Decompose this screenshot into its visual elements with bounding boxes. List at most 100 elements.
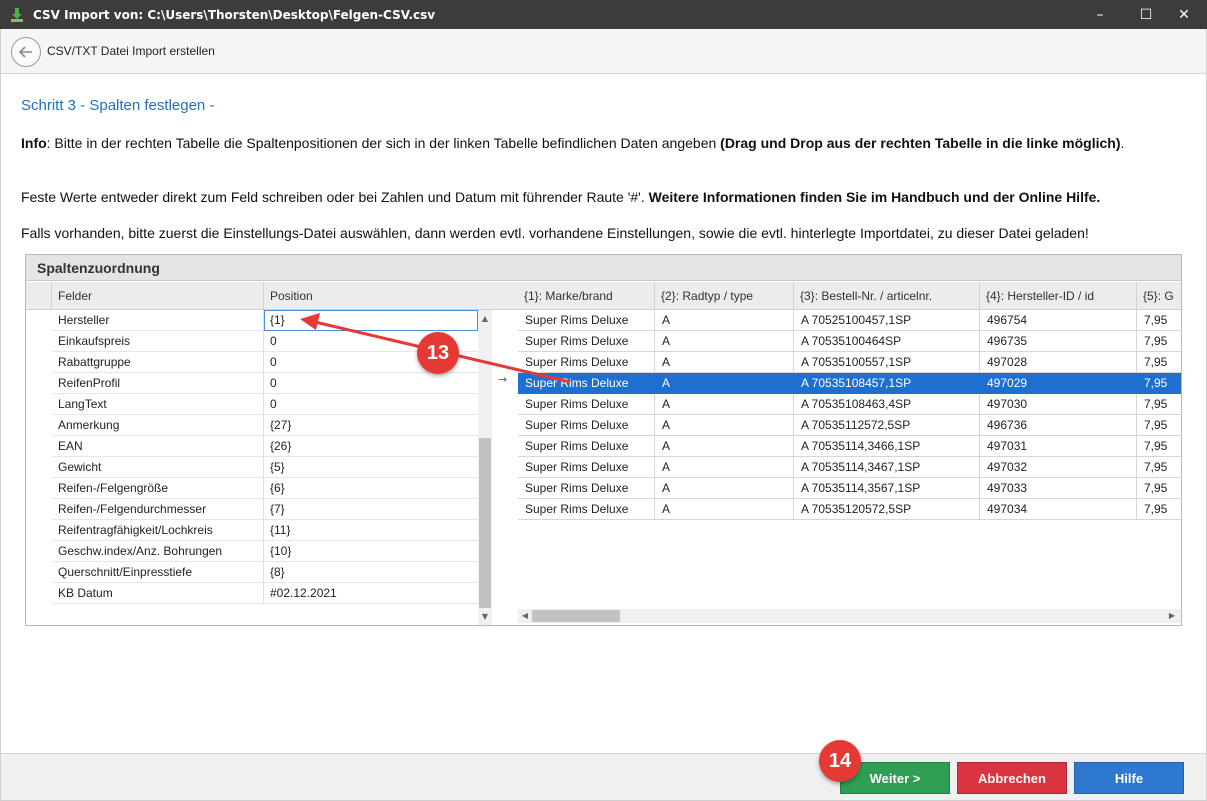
position-cell[interactable]: 0 xyxy=(264,373,478,394)
table-cell[interactable]: A xyxy=(655,415,794,436)
table-cell[interactable]: Super Rims Deluxe xyxy=(518,310,655,331)
table-cell[interactable]: 7,95 xyxy=(1137,331,1181,352)
table-cell[interactable]: 497030 xyxy=(980,394,1137,415)
table-row[interactable]: Super Rims Deluxe A A 70535108457,1SP 49702… xyxy=(518,373,1181,394)
field-name-cell[interactable]: Reifen-/Felgengröße xyxy=(52,478,264,499)
table-cell[interactable]: A xyxy=(655,457,794,478)
table-cell[interactable]: Super Rims Deluxe xyxy=(518,331,655,352)
table-row[interactable]: Reifen-/Felgendurchmesser {7} xyxy=(26,499,478,520)
field-name-cell[interactable]: Hersteller xyxy=(52,310,264,331)
back-button[interactable] xyxy=(11,37,41,67)
table-cell[interactable]: Super Rims Deluxe xyxy=(518,373,655,394)
position-cell[interactable]: {5} xyxy=(264,457,478,478)
table-row[interactable]: Super Rims Deluxe A A 70535100464SP 496735 7… xyxy=(518,331,1181,352)
table-cell[interactable]: Super Rims Deluxe xyxy=(518,352,655,373)
table-cell[interactable]: 7,95 xyxy=(1137,310,1181,331)
table-cell[interactable]: 7,95 xyxy=(1137,457,1181,478)
position-cell[interactable]: {11} xyxy=(264,520,478,541)
table-cell[interactable]: A xyxy=(655,352,794,373)
scrollbar-thumb[interactable] xyxy=(479,438,491,608)
field-name-cell[interactable]: Geschw.index/Anz. Bohrungen xyxy=(52,541,264,562)
table-row[interactable]: Geschw.index/Anz. Bohrungen {10} xyxy=(26,541,478,562)
table-cell[interactable]: A 70535114,3466,1SP xyxy=(794,436,980,457)
table-cell[interactable]: 7,95 xyxy=(1137,394,1181,415)
table-row[interactable]: Super Rims Deluxe A A 70535114,3466,1SP 497… xyxy=(518,436,1181,457)
table-cell[interactable]: 497029 xyxy=(980,373,1137,394)
table-cell[interactable]: 497032 xyxy=(980,457,1137,478)
table-cell[interactable]: Super Rims Deluxe xyxy=(518,478,655,499)
table-row[interactable]: Reifen-/Felgengröße {6} xyxy=(26,478,478,499)
field-name-cell[interactable]: ReifenProfil xyxy=(52,373,264,394)
table-row[interactable]: Gewicht {5} xyxy=(26,457,478,478)
field-name-cell[interactable]: Gewicht xyxy=(52,457,264,478)
table-cell[interactable]: A xyxy=(655,394,794,415)
table-cell[interactable]: Super Rims Deluxe xyxy=(518,499,655,520)
cancel-button[interactable]: Abbrechen xyxy=(957,762,1067,794)
table-cell[interactable]: 7,95 xyxy=(1137,373,1181,394)
table-cell[interactable]: A 70535100464SP xyxy=(794,331,980,352)
field-name-cell[interactable]: Querschnitt/Einpresstiefe xyxy=(52,562,264,583)
table-cell[interactable]: Super Rims Deluxe xyxy=(518,457,655,478)
field-name-cell[interactable]: Anmerkung xyxy=(52,415,264,436)
position-cell[interactable]: #02.12.2021 xyxy=(264,583,478,604)
scroll-left-icon[interactable]: ◀ xyxy=(518,609,532,623)
column-header-1[interactable]: {1}: Marke/brand xyxy=(518,282,655,310)
table-row[interactable]: EAN {26} xyxy=(26,436,478,457)
table-cell[interactable]: 7,95 xyxy=(1137,436,1181,457)
table-cell[interactable]: 7,95 xyxy=(1137,478,1181,499)
field-name-cell[interactable]: Reifen-/Felgendurchmesser xyxy=(52,499,264,520)
table-row[interactable]: Super Rims Deluxe A A 70525100457,1SP 49675… xyxy=(518,310,1181,331)
close-button[interactable]: ✕ xyxy=(1161,0,1207,29)
table-cell[interactable]: A xyxy=(655,436,794,457)
column-header-4[interactable]: {4}: Hersteller-ID / id xyxy=(980,282,1137,310)
table-row[interactable]: Hersteller {1} xyxy=(26,310,478,331)
field-name-cell[interactable]: Einkaufspreis xyxy=(52,331,264,352)
table-cell[interactable]: 497033 xyxy=(980,478,1137,499)
table-row[interactable]: Super Rims Deluxe A A 70535114,3467,1SP 497… xyxy=(518,457,1181,478)
position-cell[interactable]: {10} xyxy=(264,541,478,562)
table-cell[interactable]: A xyxy=(655,331,794,352)
table-row[interactable]: LangText 0 xyxy=(26,394,478,415)
table-cell[interactable]: Super Rims Deluxe xyxy=(518,415,655,436)
position-cell[interactable]: {26} xyxy=(264,436,478,457)
table-cell[interactable]: A 70535112572,5SP xyxy=(794,415,980,436)
position-cell[interactable]: {1} xyxy=(264,310,478,331)
table-cell[interactable]: A xyxy=(655,373,794,394)
table-cell[interactable]: 7,95 xyxy=(1137,352,1181,373)
table-row[interactable]: Rabattgruppe 0 xyxy=(26,352,478,373)
table-row[interactable]: Super Rims Deluxe A A 70535108463,4SP 49703… xyxy=(518,394,1181,415)
table-row[interactable]: Super Rims Deluxe A A 70535100557,1SP 49702… xyxy=(518,352,1181,373)
field-name-cell[interactable]: KB Datum xyxy=(52,583,264,604)
position-cell[interactable]: {7} xyxy=(264,499,478,520)
column-header-felder[interactable]: Felder xyxy=(52,282,264,310)
field-name-cell[interactable]: Rabattgruppe xyxy=(52,352,264,373)
table-cell[interactable]: 496754 xyxy=(980,310,1137,331)
table-cell[interactable]: 496736 xyxy=(980,415,1137,436)
hscrollbar-thumb[interactable] xyxy=(532,610,620,622)
position-cell[interactable]: {8} xyxy=(264,562,478,583)
csv-preview-hscrollbar[interactable]: ◀ ▶ xyxy=(518,609,1181,623)
scroll-up-icon[interactable]: ▲ xyxy=(478,312,492,326)
column-header-2[interactable]: {2}: Radtyp / type xyxy=(655,282,794,310)
table-cell[interactable]: 497028 xyxy=(980,352,1137,373)
table-cell[interactable]: A xyxy=(655,310,794,331)
column-header-position[interactable]: Position xyxy=(264,282,478,310)
position-cell[interactable]: {6} xyxy=(264,478,478,499)
table-cell[interactable]: A xyxy=(655,478,794,499)
table-row[interactable]: Anmerkung {27} xyxy=(26,415,478,436)
table-row[interactable]: Einkaufspreis 0 xyxy=(26,331,478,352)
field-name-cell[interactable]: LangText xyxy=(52,394,264,415)
scroll-down-icon[interactable]: ▼ xyxy=(478,610,492,624)
table-row[interactable]: Super Rims Deluxe A A 70535120572,5SP 49703… xyxy=(518,499,1181,520)
position-cell[interactable]: 0 xyxy=(264,394,478,415)
table-cell[interactable]: 497031 xyxy=(980,436,1137,457)
fields-grid-scrollbar[interactable]: ▲ ▼ xyxy=(478,310,492,625)
table-row[interactable]: Reifentragfähigkeit/Lochkreis {11} xyxy=(26,520,478,541)
scroll-right-icon[interactable]: ▶ xyxy=(1165,609,1179,623)
table-cell[interactable]: A 70535120572,5SP xyxy=(794,499,980,520)
table-row[interactable]: Super Rims Deluxe A A 70535112572,5SP 49673… xyxy=(518,415,1181,436)
position-cell[interactable]: {27} xyxy=(264,415,478,436)
table-row[interactable]: Super Rims Deluxe A A 70535114,3567,1SP 497… xyxy=(518,478,1181,499)
table-cell[interactable]: A 70535108463,4SP xyxy=(794,394,980,415)
table-cell[interactable]: Super Rims Deluxe xyxy=(518,436,655,457)
